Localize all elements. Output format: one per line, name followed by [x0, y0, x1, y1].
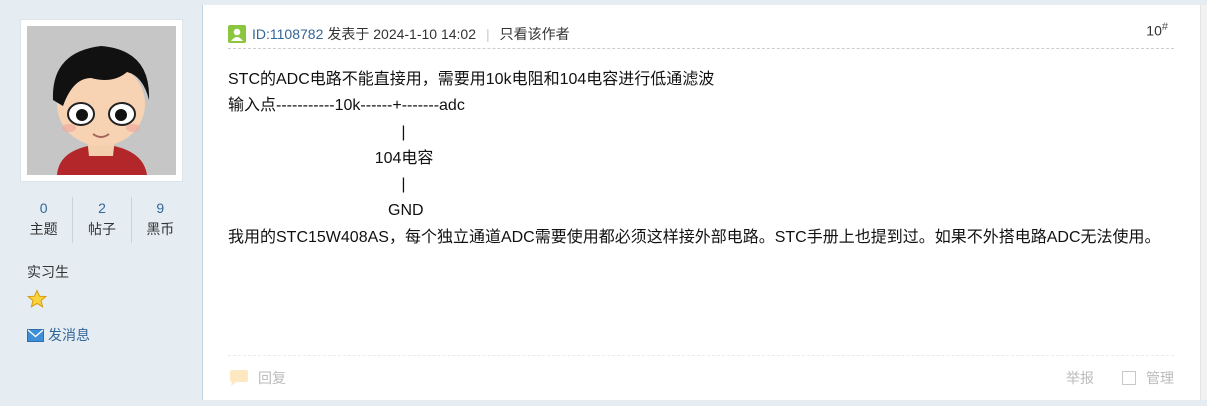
stat-coins[interactable]: 9 黑币: [130, 197, 189, 243]
reply-button[interactable]: 回复: [228, 368, 286, 388]
report-link[interactable]: 举报: [1066, 368, 1094, 388]
stat-posts[interactable]: 2 帖子: [72, 197, 130, 243]
reply-label[interactable]: 回复: [258, 368, 286, 388]
manage-label[interactable]: 管理: [1146, 368, 1174, 388]
stat-label: 帖子: [87, 221, 116, 237]
stat-value[interactable]: 2: [73, 197, 130, 219]
post-time: 发表于 2024-1-10 14:02: [327, 25, 476, 42]
stat-value[interactable]: 9: [132, 197, 189, 219]
bottom-strip: [0, 400, 1207, 406]
online-user-icon: [228, 24, 246, 43]
post-footer: 回复 举报 管理: [228, 355, 1174, 395]
floor-mark: #: [1161, 21, 1168, 33]
post-body: ID:1108782 发表于 2024-1-10 14:02 | 只看该作者 1…: [204, 5, 1200, 400]
content-line: |: [228, 123, 406, 141]
only-author-link[interactable]: 只看该作者: [500, 24, 570, 44]
manage-checkbox[interactable]: [1122, 371, 1136, 385]
content-line: 输入点-----------10k------+-------adc: [228, 97, 465, 115]
manage-control[interactable]: 管理: [1122, 368, 1174, 388]
star-icon: [27, 289, 47, 308]
reply-bubble-icon: [230, 370, 248, 386]
post-content: STC的ADC电路不能直接用，需要用10k电阻和104电容进行低通滤波 输入点-…: [228, 67, 1178, 251]
mail-icon: [27, 328, 44, 342]
cartoon-boy-avatar-icon: [27, 26, 176, 175]
floor-number[interactable]: 10#: [1146, 21, 1168, 39]
author-id-link[interactable]: ID:1108782: [252, 26, 323, 42]
stat-label: 主题: [29, 221, 58, 237]
user-stats: 0 主题 2 帖子 9 黑币: [15, 197, 189, 243]
author-sidebar: 0 主题 2 帖子 9 黑币 实习生 发消息: [0, 5, 203, 400]
divider: |: [486, 25, 490, 42]
content-line: GND: [228, 202, 424, 220]
avatar[interactable]: [20, 19, 183, 182]
scrollbar-edge[interactable]: [1200, 5, 1207, 400]
post-header: ID:1108782 发表于 2024-1-10 14:02 | 只看该作者 1…: [228, 19, 1174, 49]
stat-value[interactable]: 0: [15, 197, 72, 219]
content-line: 104电容: [228, 149, 434, 167]
send-message-label[interactable]: 发消息: [48, 325, 90, 345]
stat-topics[interactable]: 0 主题: [15, 197, 72, 243]
content-line: |: [228, 176, 406, 194]
content-line: 我用的STC15W408AS，每个独立通道ADC需要使用都必须这样接外部电路。S…: [228, 228, 1161, 246]
user-rank: 实习生: [27, 264, 69, 280]
send-message-link[interactable]: 发消息: [27, 325, 90, 345]
avatar-image: [27, 26, 176, 175]
floor-number-value[interactable]: 10: [1146, 23, 1162, 39]
stat-label: 黑币: [146, 221, 175, 237]
content-line: STC的ADC电路不能直接用，需要用10k电阻和104电容进行低通滤波: [228, 71, 715, 88]
